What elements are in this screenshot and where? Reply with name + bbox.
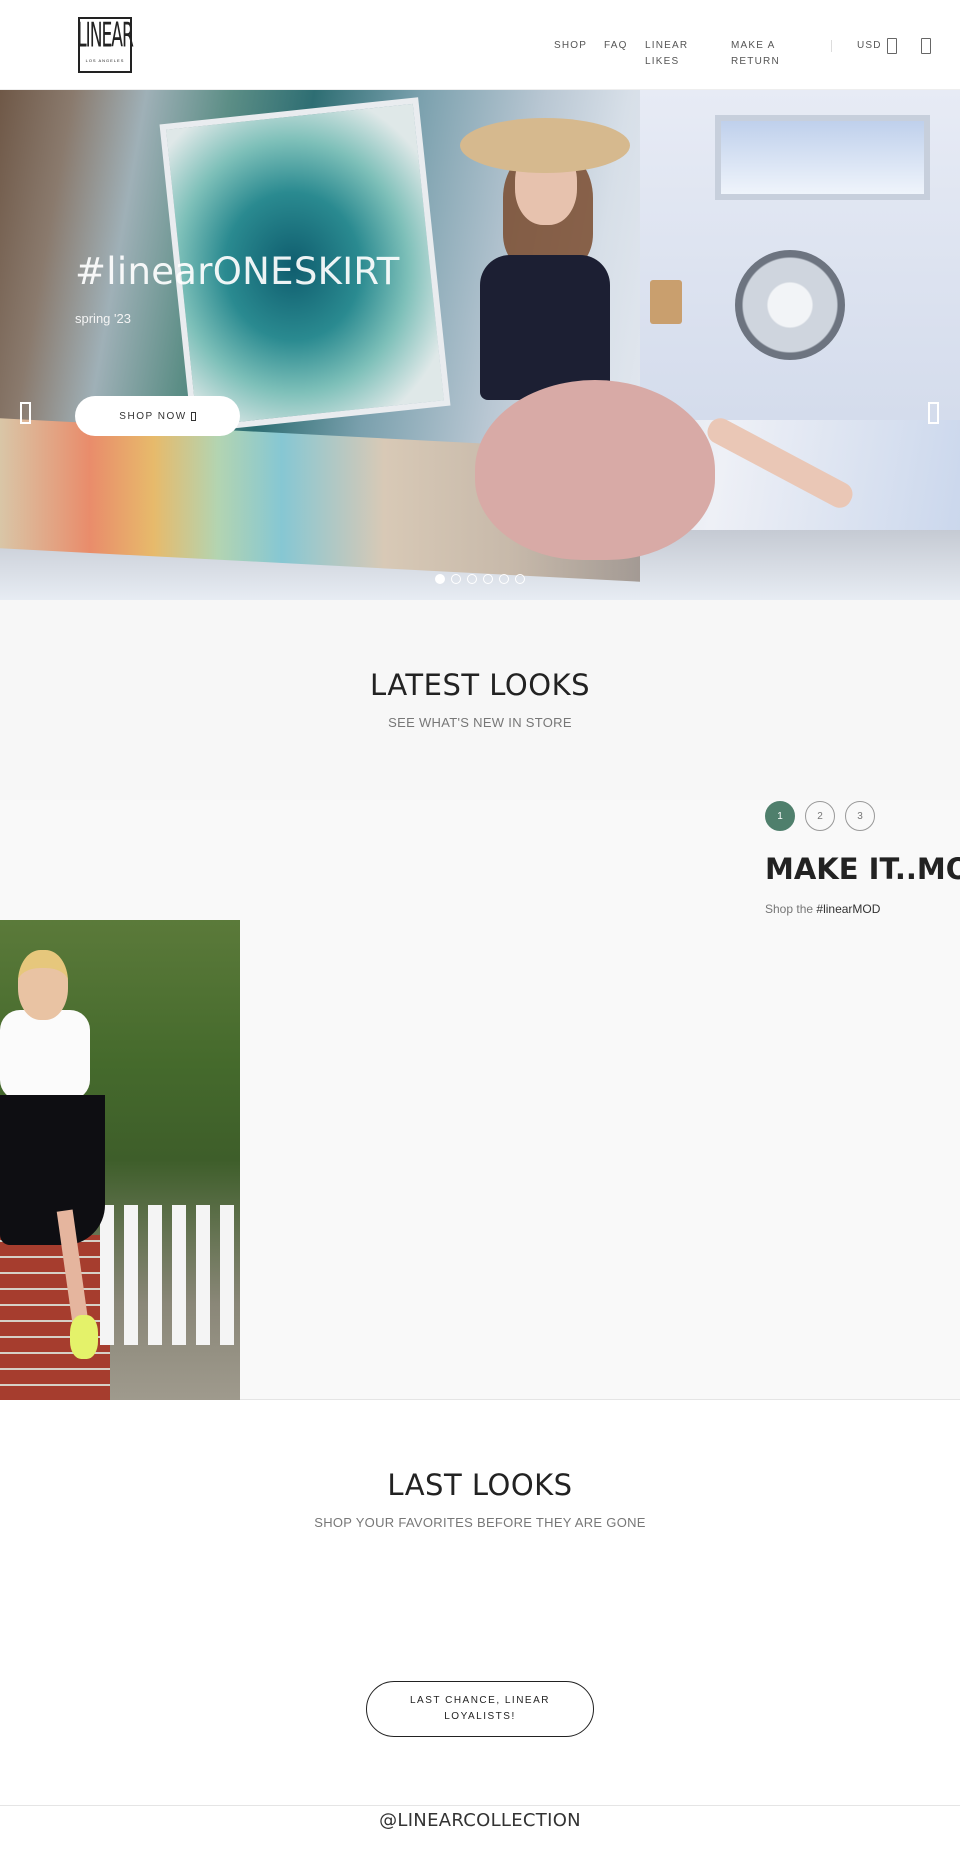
hero-subtitle: spring '23 [75,311,131,326]
shop-now-button[interactable]: SHOP NOW [75,396,240,436]
slide-dots [435,574,525,584]
hero-wheel [735,250,845,360]
mod-model-face [18,950,68,1020]
slide-dot[interactable] [467,574,477,584]
nav-faq[interactable]: FAQ [604,38,628,54]
hero-title: #linearONESKIRT [75,250,400,293]
logo-text: LINEAR [77,15,134,56]
mod-subtitle-prefix: Shop the [765,902,814,916]
slide-dot[interactable] [483,574,493,584]
hero-model-skirt [475,380,715,560]
hero-model-leg [703,413,857,513]
search-icon[interactable] [887,38,897,54]
mod-model-shoe [70,1315,98,1359]
shop-now-label: SHOP NOW [119,410,187,422]
last-looks-title: LAST LOOKS [387,1468,573,1502]
arrow-right-icon [190,411,196,421]
latest-looks-title: LATEST LOOKS [370,668,590,702]
mod-title: MAKE IT..MOD [765,852,960,886]
mod-page-1-button[interactable]: 1 [765,801,795,831]
latest-looks-subtitle: SEE WHAT'S NEW IN STORE [388,715,572,730]
last-looks-subtitle: SHOP YOUR FAVORITES BEFORE THEY ARE GONE [314,1515,646,1530]
mod-page-3-button[interactable]: 3 [845,801,875,831]
make-it-mod-section [0,800,960,1400]
mod-page-2-button[interactable]: 2 [805,801,835,831]
logo[interactable]: LINEAR LOS ANGELES [77,15,134,73]
logo-subtext: LOS ANGELES [85,58,125,63]
footer-divider [0,1805,960,1806]
site-header: LINEAR LOS ANGELES SHOP FAQ LINEAR LIKES… [0,0,960,90]
arrow-left-icon[interactable] [20,402,31,424]
cart-icon[interactable] [921,38,931,54]
nav-shop[interactable]: SHOP [554,38,587,54]
instagram-handle[interactable]: @LINEARCOLLECTION [0,1810,960,1831]
mod-fence [100,1205,240,1345]
mod-hashtag-link[interactable]: #linearMOD [816,902,880,916]
last-chance-button[interactable]: LAST CHANCE, LINEAR LOYALISTS! [366,1681,594,1737]
mod-lookbook-image[interactable] [0,920,240,1400]
slide-dot[interactable] [499,574,509,584]
arrow-right-icon[interactable] [928,402,939,424]
slide-dot[interactable] [515,574,525,584]
mod-model-skirt [0,1095,105,1245]
nav-divider [831,40,832,52]
nav-make-a-return[interactable]: MAKE A RETURN [731,38,791,70]
hero-model-top [480,255,610,400]
hero-trailer-window [715,115,930,200]
nav-linear-likes[interactable]: LINEAR LIKES [645,38,705,70]
mod-model-blouse [0,1010,90,1100]
hero-slideshow: #linearONESKIRT spring '23 SHOP NOW [0,90,960,600]
hero-model-cup [650,280,682,324]
slide-dot[interactable] [435,574,445,584]
hero-model-hat [460,118,630,173]
mod-subtitle: Shop the #linearMOD [765,902,880,916]
currency-selector[interactable]: USD [857,40,882,51]
slide-dot[interactable] [451,574,461,584]
